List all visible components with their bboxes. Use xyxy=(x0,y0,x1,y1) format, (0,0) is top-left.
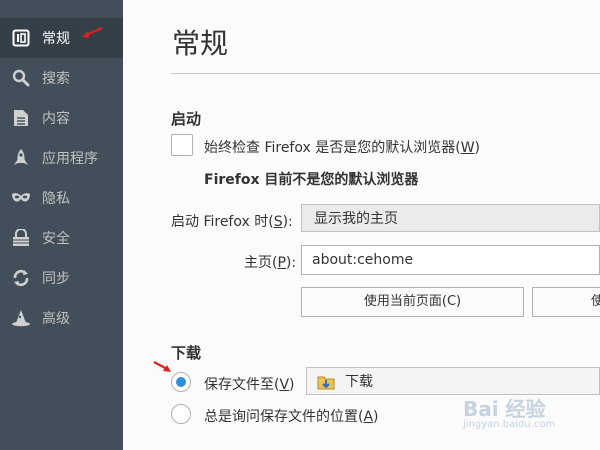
sidebar-item-label: 高级 xyxy=(42,311,70,327)
sidebar-item-general[interactable]: 常规 xyxy=(0,18,123,58)
folder-icon xyxy=(317,373,335,401)
use-current-page-button[interactable]: 使用当前页面(C) xyxy=(301,287,524,317)
always-ask-radio[interactable] xyxy=(171,404,191,424)
general-icon xyxy=(11,28,31,48)
title-divider xyxy=(171,73,600,74)
content-icon xyxy=(11,108,31,128)
radio-selected-dot xyxy=(176,377,186,387)
sidebar: 常规 搜索 内容 应用程序 隐私 安全 同步 高级 xyxy=(0,0,123,450)
sidebar-item-content[interactable]: 内容 xyxy=(0,98,123,138)
main-content: 常规 启动 始终检查 Firefox 是否是您的默认浏览器(W) Firefox… xyxy=(123,0,600,450)
default-browser-check-label: 始终检查 Firefox 是否是您的默认浏览器(W) xyxy=(204,140,481,156)
save-to-radio[interactable] xyxy=(171,372,191,392)
page-title: 常规 xyxy=(172,27,229,60)
use-bookmark-button[interactable]: 使 xyxy=(532,287,600,317)
annotation-arrow xyxy=(82,26,103,38)
sidebar-item-privacy[interactable]: 隐私 xyxy=(0,178,123,218)
homepage-input-value: about:cehome xyxy=(312,252,414,268)
download-folder-select[interactable]: 下载 xyxy=(306,367,600,395)
watermark-url: jingyan.baidu.com xyxy=(463,419,556,430)
wizard-hat-icon xyxy=(11,308,31,328)
startup-heading: 启动 xyxy=(171,110,202,128)
homepage-label: 主页(P): xyxy=(244,255,297,271)
sidebar-item-label: 隐私 xyxy=(42,191,70,207)
sidebar-item-label: 常规 xyxy=(42,31,70,47)
download-folder-name: 下载 xyxy=(345,374,373,390)
downloads-heading: 下载 xyxy=(171,344,202,362)
sidebar-item-label: 内容 xyxy=(42,111,70,127)
save-to-label: 保存文件至(V) xyxy=(204,377,295,393)
sidebar-item-sync[interactable]: 同步 xyxy=(0,258,123,298)
watermark-title: Bai 经验 xyxy=(463,397,546,421)
sidebar-item-label: 同步 xyxy=(42,271,70,287)
sidebar-item-label: 安全 xyxy=(42,231,70,247)
when-starts-label: 启动 Firefox 时(S): xyxy=(171,214,293,230)
sidebar-item-applications[interactable]: 应用程序 xyxy=(0,138,123,178)
search-icon xyxy=(11,68,31,88)
not-default-note: Firefox 目前不是您的默认浏览器 xyxy=(204,172,419,188)
rocket-icon xyxy=(11,148,31,168)
always-ask-label: 总是询问保存文件的位置(A) xyxy=(204,409,379,425)
sidebar-item-security[interactable]: 安全 xyxy=(0,218,123,258)
homepage-input[interactable]: about:cehome xyxy=(301,245,600,275)
watermark: Bai 经验 jingyan.baidu.com xyxy=(455,393,595,435)
sidebar-item-advanced[interactable]: 高级 xyxy=(0,298,123,338)
mask-icon xyxy=(11,188,31,208)
annotation-arrow xyxy=(153,361,171,372)
lock-icon xyxy=(11,228,31,248)
sidebar-item-label: 搜索 xyxy=(42,71,70,87)
sidebar-item-search[interactable]: 搜索 xyxy=(0,58,123,98)
when-starts-select[interactable]: 显示我的主页 xyxy=(301,204,600,232)
sync-icon xyxy=(11,268,31,288)
sidebar-item-label: 应用程序 xyxy=(42,151,98,167)
when-starts-select-value: 显示我的主页 xyxy=(314,211,398,227)
default-browser-checkbox[interactable] xyxy=(171,134,193,156)
